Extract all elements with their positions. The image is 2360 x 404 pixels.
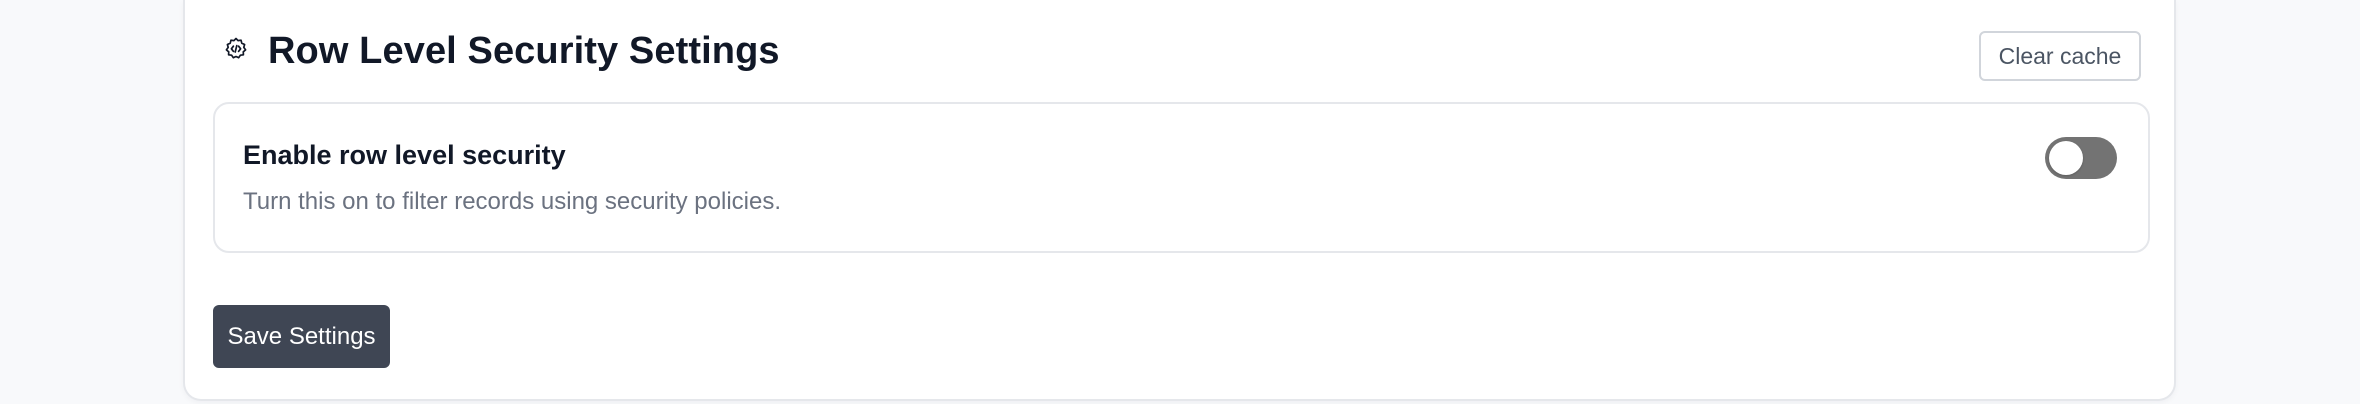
page-title: Row Level Security Settings (268, 30, 780, 72)
save-settings-button[interactable]: Save Settings (213, 305, 390, 368)
clear-cache-button[interactable]: Clear cache (1979, 31, 2141, 81)
settings-panel: Row Level Security Settings Clear cache … (183, 0, 2176, 401)
toggle-knob (2049, 141, 2083, 175)
setting-label: Enable row level security (243, 140, 566, 170)
rls-toggle[interactable] (2045, 137, 2117, 179)
code-settings-icon (223, 36, 249, 62)
setting-description: Turn this on to filter records using sec… (243, 188, 781, 215)
rls-setting-card: Enable row level security Turn this on t… (213, 102, 2150, 253)
